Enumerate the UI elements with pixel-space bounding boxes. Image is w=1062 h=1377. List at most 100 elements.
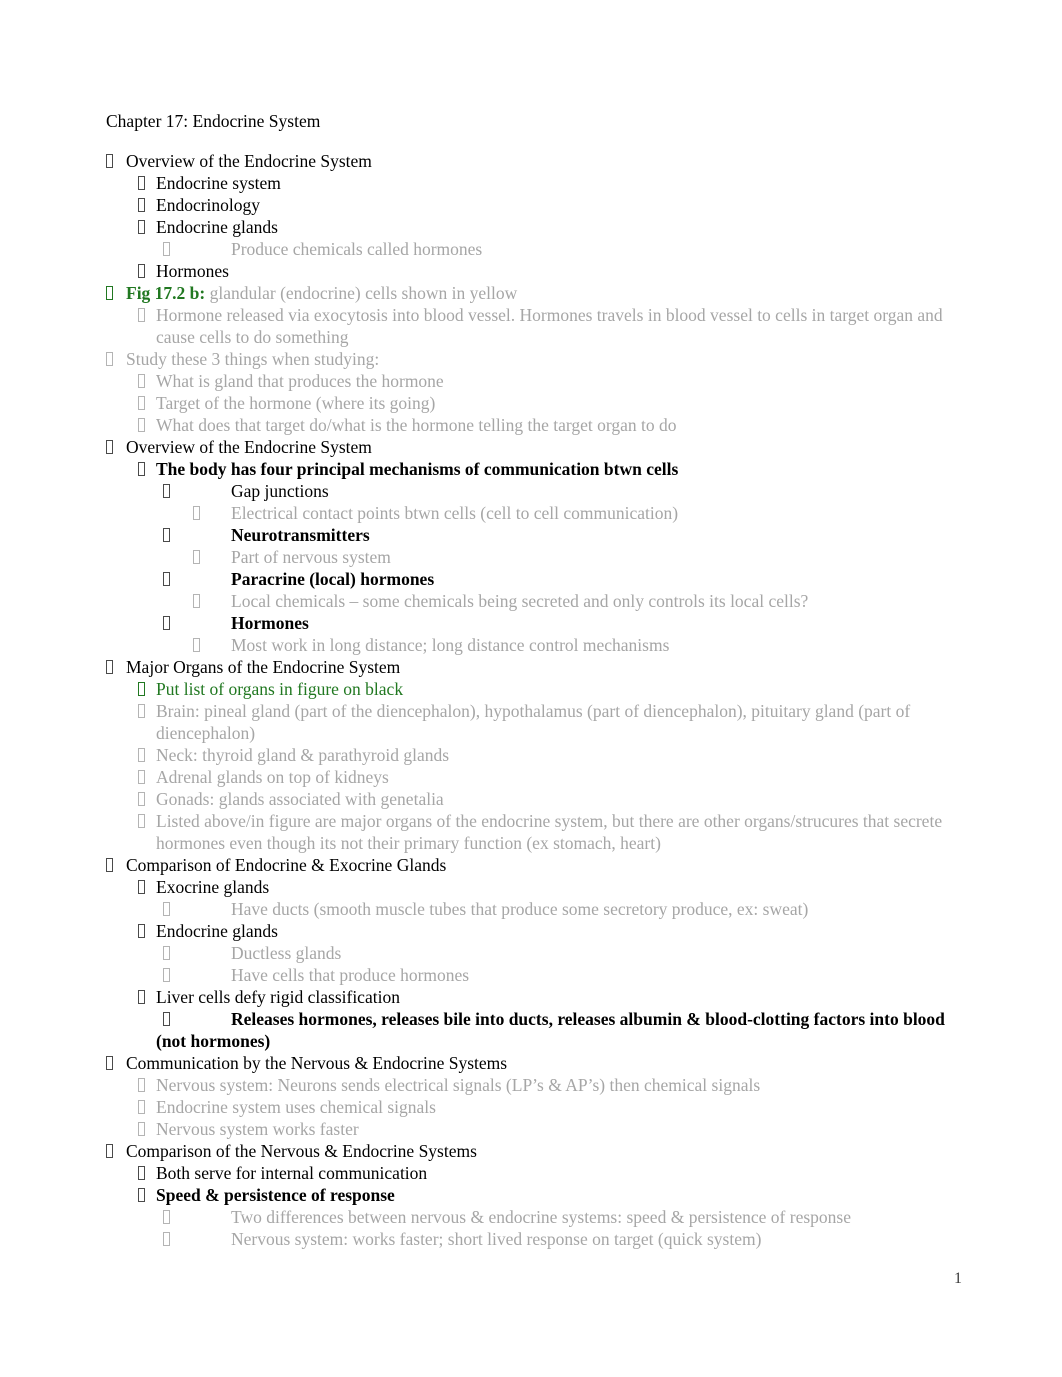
outline-item-label: Target of the hormone (where its going) (156, 393, 436, 413)
bullet-box-icon (138, 1188, 145, 1202)
bullet-box-icon (138, 220, 145, 234)
outline-item-label: Hormones (231, 613, 309, 633)
outline-item: Major Organs of the Endocrine System (106, 656, 956, 678)
page-title: Chapter 17: Endocrine System (106, 111, 321, 131)
outline-item: Local chemicals – some chemicals being s… (106, 590, 956, 612)
bullet-box-icon (138, 682, 145, 696)
bullet-box-icon (163, 572, 170, 586)
outline-item: Neck: thyroid gland & parathyroid glands (106, 744, 956, 766)
bullet-box-icon (138, 1122, 145, 1136)
outline-item: The body has four principal mechanisms o… (106, 458, 956, 480)
bullet-box-icon (106, 286, 113, 300)
outline-item-label: Overview of the Endocrine System (126, 437, 372, 457)
bullet-box-icon (163, 1012, 170, 1026)
outline-item-label: Releases hormones, releases bile into du… (156, 1009, 945, 1051)
outline-item: Overview of the Endocrine System (106, 150, 956, 172)
outline-item: Nervous system: works faster; short live… (106, 1228, 956, 1250)
outline-item-label: Have ducts (smooth muscle tubes that pro… (231, 899, 809, 919)
outline-item-label: glandular (endocrine) cells shown in yel… (205, 283, 518, 303)
outline-item: Endocrine glands (106, 216, 956, 238)
outline-item: Endocrine system (106, 172, 956, 194)
outline-item: Have ducts (smooth muscle tubes that pro… (106, 898, 956, 920)
bullet-box-icon (138, 308, 145, 322)
bullet-box-icon (163, 946, 170, 960)
bullet-box-icon (138, 462, 145, 476)
bullet-box-icon (163, 616, 170, 630)
bullet-box-icon (138, 990, 145, 1004)
outline-item-label: Produce chemicals called hormones (231, 239, 483, 259)
bullet-box-icon (193, 594, 200, 608)
outline-item: What does that target do/what is the hor… (106, 414, 956, 436)
page-number: 1 (954, 1270, 962, 1287)
outline-item-label: What does that target do/what is the hor… (156, 415, 677, 435)
outline-item-label: Exocrine glands (156, 877, 270, 897)
outline-item-label: Speed & persistence of response (156, 1185, 395, 1205)
outline-item: Comparison of Endocrine & Exocrine Gland… (106, 854, 956, 876)
outline-item-label: Part of nervous system (231, 547, 391, 567)
outline-item-label: Gap junctions (231, 481, 329, 501)
outline-item: Have cells that produce hormones (106, 964, 956, 986)
outline-item: Liver cells defy rigid classification (106, 986, 956, 1008)
bullet-box-icon (138, 814, 145, 828)
bullet-box-icon (193, 638, 200, 652)
outline-item-label: Put list of organs in figure on black (156, 679, 404, 699)
outline-item: Overview of the Endocrine System (106, 436, 956, 458)
outline-item: Produce chemicals called hormones (106, 238, 956, 260)
outline-item: Ductless glands (106, 942, 956, 964)
document-body: Chapter 17: Endocrine System Overview of… (106, 110, 956, 1250)
outline-item: Endocrinology (106, 194, 956, 216)
outline-item-label: Study these 3 things when studying: (126, 349, 380, 369)
outline-item-label: Comparison of the Nervous & Endocrine Sy… (126, 1141, 477, 1161)
bullet-box-icon (138, 1100, 145, 1114)
bullet-box-icon (138, 1166, 145, 1180)
outline-item: Gap junctions (106, 480, 956, 502)
outline-item-label: The body has four principal mechanisms o… (156, 459, 679, 479)
outline-item: Most work in long distance; long distanc… (106, 634, 956, 656)
bullet-box-icon (106, 1144, 113, 1158)
outline-item-label: Nervous system: works faster; short live… (231, 1229, 762, 1249)
document-page: Chapter 17: Endocrine System Overview of… (0, 0, 1062, 1377)
outline-item-label: Endocrine glands (156, 921, 278, 941)
outline-item: Communication by the Nervous & Endocrine… (106, 1052, 956, 1074)
bullet-box-icon (138, 198, 145, 212)
outline-item: Exocrine glands (106, 876, 956, 898)
outline-item: Neurotransmitters (106, 524, 956, 546)
outline-item-label: Neurotransmitters (231, 525, 370, 545)
bullet-box-icon (138, 748, 145, 762)
outline-item-label: Overview of the Endocrine System (126, 151, 372, 171)
outline-item: Part of nervous system (106, 546, 956, 568)
outline-item-label: Adrenal glands on top of kidneys (156, 767, 389, 787)
outline-item: Hormone released via exocytosis into blo… (106, 304, 956, 348)
outline-item: Electrical contact points btwn cells (ce… (106, 502, 956, 524)
outline-item-label: Listed above/in figure are major organs … (156, 811, 943, 853)
outline-item-label: Hormone released via exocytosis into blo… (156, 305, 943, 347)
bullet-box-icon (138, 792, 145, 806)
outline-item: Nervous system works faster (106, 1118, 956, 1140)
bullet-box-icon (138, 770, 145, 784)
bullet-box-icon (138, 1078, 145, 1092)
outline-item-label: Ductless glands (231, 943, 342, 963)
outline-item-label: Nervous system works faster (156, 1119, 359, 1139)
outline-item-label: Electrical contact points btwn cells (ce… (231, 503, 679, 523)
outline-item: Both serve for internal communication (106, 1162, 956, 1184)
bullet-box-icon (106, 1056, 113, 1070)
bullet-box-icon (193, 506, 200, 520)
bullet-box-icon (163, 902, 170, 916)
bullet-box-icon (138, 374, 145, 388)
outline-item: Put list of organs in figure on black (106, 678, 956, 700)
outline-item: Gonads: glands associated with genetalia (106, 788, 956, 810)
bullet-box-icon (138, 704, 145, 718)
outline-item-label: Comparison of Endocrine & Exocrine Gland… (126, 855, 447, 875)
outline-item-label: Both serve for internal communication (156, 1163, 428, 1183)
bullet-box-icon (106, 660, 113, 674)
outline-item-label: Communication by the Nervous & Endocrine… (126, 1053, 508, 1073)
outline-item-label: Endocrine system uses chemical signals (156, 1097, 436, 1117)
outline-item: Hormones (106, 260, 956, 282)
outline-item-label: Hormones (156, 261, 229, 281)
bullet-box-icon (163, 242, 170, 256)
bullet-box-icon (163, 484, 170, 498)
bullet-box-icon (138, 396, 145, 410)
outline-item-label: Endocrine glands (156, 217, 278, 237)
outline-item-label: Brain: pineal gland (part of the diencep… (156, 701, 911, 743)
outline-item-label: Neck: thyroid gland & parathyroid glands (156, 745, 450, 765)
